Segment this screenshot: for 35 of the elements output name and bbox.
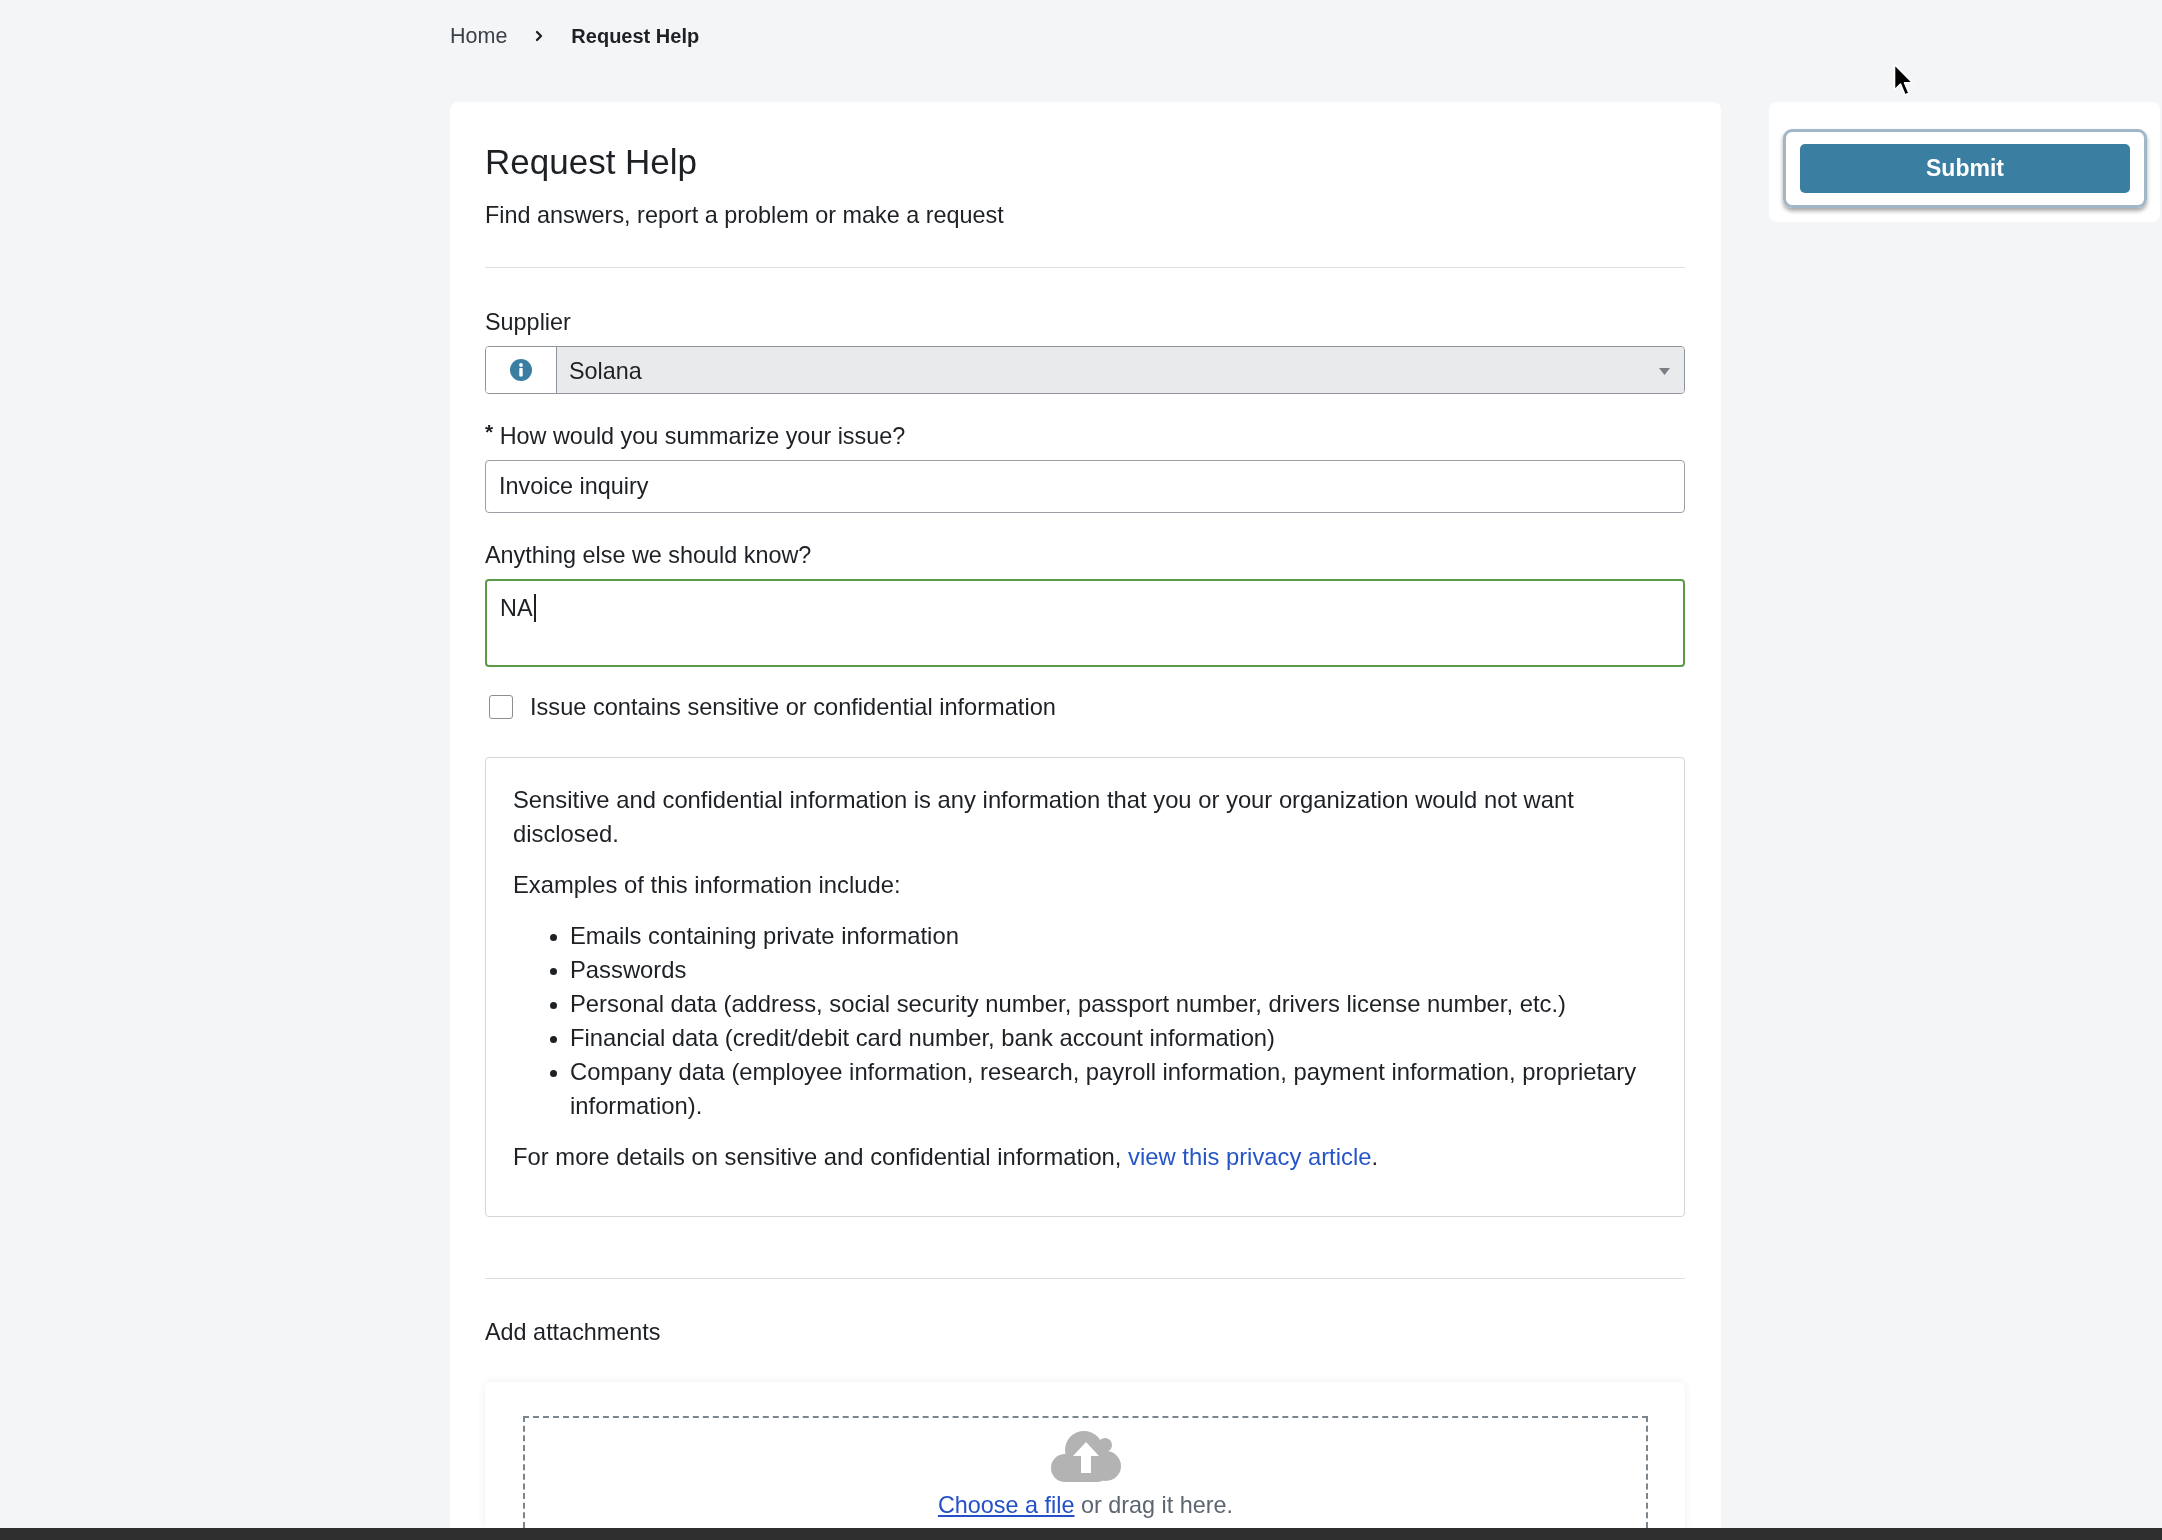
text-input[interactable]: Invoice inquiry: [485, 460, 1685, 513]
example-item: Emails containing private information: [570, 921, 959, 951]
example-item: Personal data (address, social security number, passport number, drivers license number, etc.): [570, 989, 1566, 1019]
dropzone-hint: Choose a file or drag it here.: [937, 1491, 1234, 1520]
text-cursor-icon: [533, 594, 536, 622]
info-icon: [510, 359, 532, 381]
field-label: Supplier: [485, 308, 571, 336]
dropdown-caret-icon: [1659, 367, 1670, 375]
checkbox[interactable]: [489, 695, 513, 719]
examples-heading: Examples of this information include:: [513, 870, 902, 900]
cloud-upload-icon: [1050, 1430, 1121, 1482]
checkbox-label: Issue contains sensitive or confidential information: [530, 693, 1056, 722]
example-item: Passwords: [570, 955, 687, 985]
submit-button[interactable]: Submit: [1800, 144, 2130, 193]
bullet-dot-icon: [550, 1002, 557, 1009]
field-label: Anything else we should know?: [485, 541, 812, 569]
privacy-article-link[interactable]: view this privacy article: [1128, 1143, 1372, 1170]
example-item: Financial data (credit/debit card number, bank account information): [570, 1023, 1276, 1053]
bullet-dot-icon: [550, 1036, 557, 1043]
notice-text: Sensitive and confidential information is any information that you or your organization would not want disclosed.: [513, 785, 1575, 849]
page-title: Request Help: [485, 141, 699, 183]
bullet-dot-icon: [550, 968, 557, 975]
choose-file-link[interactable]: Choose a file: [937, 1492, 1075, 1518]
attachments-title: Add attachments: [485, 1318, 662, 1346]
bullet-dot-icon: [550, 1070, 557, 1077]
privacy-note: For more details on sensitive and confidential information, view this privacy article.: [513, 1142, 1380, 1172]
page-subtitle: Find answers, report a problem or make a request: [485, 201, 1005, 230]
breadcrumb-link[interactable]: Home: [450, 22, 508, 50]
mouse-pointer-icon: [1893, 63, 1915, 97]
example-item: Company data (employee information, research, payroll information, payment information, proprietary information).: [570, 1057, 1638, 1121]
field-label: $^{*}$ How would you summarize your issue?: [485, 422, 906, 450]
supplier-select[interactable]: Solana: [485, 346, 1685, 394]
text-area[interactable]: NA: [485, 579, 1685, 667]
bullet-dot-icon: [550, 934, 557, 941]
current-page-label: Request Help: [571, 24, 700, 49]
